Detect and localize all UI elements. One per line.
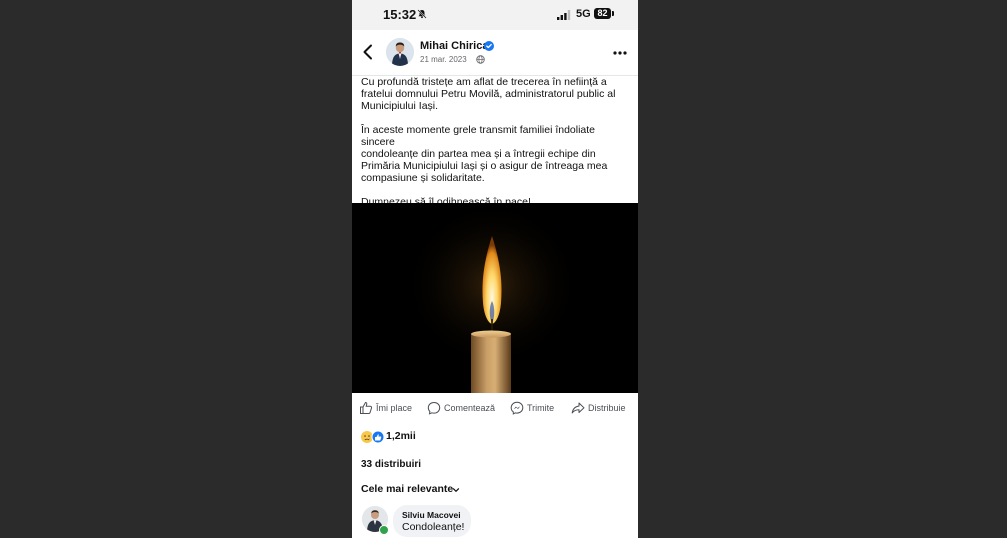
post-author-name[interactable]: Mihai Chirica <box>420 40 488 52</box>
post-actions-bar: Îmi place Comentează Trimite Distribuie <box>352 396 638 420</box>
verified-badge-icon <box>484 41 494 51</box>
battery-tip <box>612 11 614 16</box>
comment-text: Condoleanțe! <box>402 521 465 533</box>
reactions-count[interactable]: 1,2mii <box>386 430 416 442</box>
comment-sort-dropdown[interactable]: Cele mai relevante <box>361 483 453 495</box>
post-body-text: Cu profundă tristețe am aflat de trecere… <box>361 76 616 208</box>
battery-indicator: 82 <box>594 8 611 19</box>
comment-label: Comentează <box>444 403 496 413</box>
more-options-icon[interactable] <box>612 46 628 60</box>
send-button[interactable]: Trimite <box>510 400 554 416</box>
phone-screen: 15:32 5G 82 Mihai Chirica 21 mar. 2023 C… <box>352 0 638 538</box>
like-reaction-icon <box>371 430 385 444</box>
comment-bubble-icon <box>427 401 441 415</box>
comment-button[interactable]: Comentează <box>427 400 495 416</box>
post-date[interactable]: 21 mar. 2023 <box>420 55 467 64</box>
shares-count[interactable]: 33 distribuiri <box>361 459 421 470</box>
comment-bubble[interactable]: Silviu Macovei Condoleanțe! <box>393 505 471 537</box>
share-button[interactable]: Distribuie <box>571 400 626 416</box>
share-label: Distribuie <box>588 403 626 413</box>
reactions-icons[interactable] <box>360 430 386 444</box>
like-label: Îmi place <box>376 403 413 413</box>
network-type: 5G <box>576 8 591 20</box>
globe-icon <box>476 55 485 64</box>
messenger-icon <box>510 401 524 415</box>
share-arrow-icon <box>571 402 585 414</box>
candle-icon <box>352 203 638 393</box>
send-label: Trimite <box>527 403 555 413</box>
sad-reaction-icon <box>361 431 373 443</box>
like-button[interactable]: Îmi place <box>359 400 412 416</box>
status-bar: 15:32 5G 82 <box>352 0 638 30</box>
status-time: 15:32 <box>383 7 417 22</box>
back-arrow-icon[interactable] <box>361 44 375 60</box>
comment-author[interactable]: Silviu Macovei <box>402 510 461 520</box>
post-image-candle[interactable] <box>352 203 638 393</box>
author-avatar[interactable] <box>386 38 414 66</box>
muted-bell-icon <box>417 9 427 19</box>
signal-icon <box>557 10 571 20</box>
chevron-down-icon[interactable] <box>452 486 460 494</box>
person-photo-icon <box>386 38 414 66</box>
thumbs-up-icon <box>360 401 373 414</box>
post-header: Mihai Chirica 21 mar. 2023 <box>352 30 638 76</box>
online-status-dot <box>379 525 389 535</box>
